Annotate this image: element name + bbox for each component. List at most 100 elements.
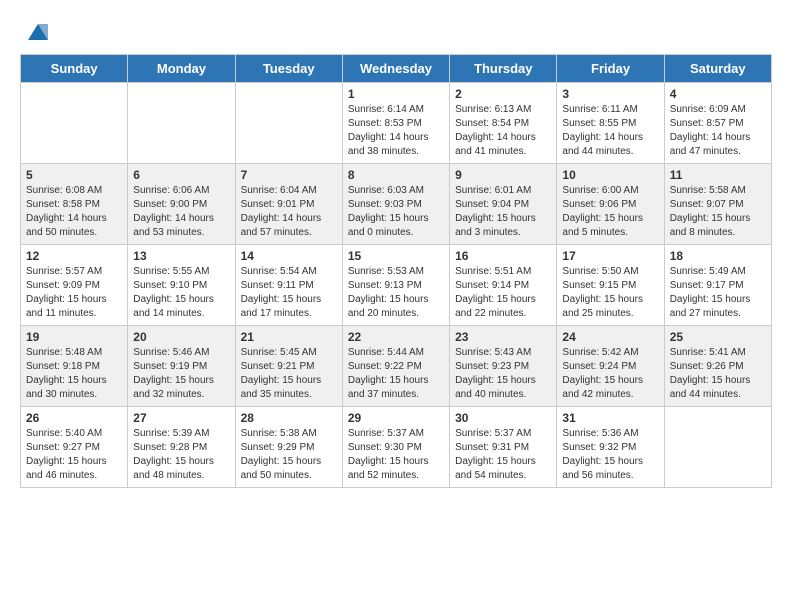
day-info: Sunrise: 5:51 AM Sunset: 9:14 PM Dayligh… (455, 265, 551, 321)
calendar-day-cell: 6 Sunrise: 6:06 AM Sunset: 9:00 PM Daylig… (128, 164, 235, 245)
day-info: Sunrise: 5:46 AM Sunset: 9:19 PM Dayligh… (133, 346, 229, 402)
day-info: Sunrise: 5:42 AM Sunset: 9:24 PM Dayligh… (562, 346, 658, 402)
day-number: 27 (133, 411, 229, 425)
calendar-day-cell: 20 Sunrise: 5:46 AM Sunset: 9:19 PM Dayli… (128, 326, 235, 407)
calendar-day-cell: 12 Sunrise: 5:57 AM Sunset: 9:09 PM Dayli… (21, 245, 128, 326)
day-number: 22 (348, 330, 444, 344)
calendar-day-cell: 10 Sunrise: 6:00 AM Sunset: 9:06 PM Dayli… (557, 164, 664, 245)
day-number: 4 (670, 87, 766, 101)
day-number: 9 (455, 168, 551, 182)
day-number: 31 (562, 411, 658, 425)
calendar-day-cell: 16 Sunrise: 5:51 AM Sunset: 9:14 PM Dayli… (450, 245, 557, 326)
day-number: 18 (670, 249, 766, 263)
day-number: 11 (670, 168, 766, 182)
day-info: Sunrise: 5:58 AM Sunset: 9:07 PM Dayligh… (670, 184, 766, 240)
day-info: Sunrise: 5:50 AM Sunset: 9:15 PM Dayligh… (562, 265, 658, 321)
day-info: Sunrise: 5:55 AM Sunset: 9:10 PM Dayligh… (133, 265, 229, 321)
calendar-day-cell: 24 Sunrise: 5:42 AM Sunset: 9:24 PM Dayli… (557, 326, 664, 407)
calendar-day-cell (664, 407, 771, 488)
day-number: 21 (241, 330, 337, 344)
calendar-day-cell: 8Sunrise: 6:03 AM Sunset: 9:03 PM Daylig… (342, 164, 449, 245)
day-number: 17 (562, 249, 658, 263)
day-number: 7 (241, 168, 337, 182)
day-of-week-header: Friday (557, 55, 664, 83)
calendar-day-cell: 27 Sunrise: 5:39 AM Sunset: 9:28 PM Dayli… (128, 407, 235, 488)
calendar-day-cell: 22 Sunrise: 5:44 AM Sunset: 9:22 PM Dayli… (342, 326, 449, 407)
day-number: 2 (455, 87, 551, 101)
day-info: Sunrise: 6:06 AM Sunset: 9:00 PM Dayligh… (133, 184, 229, 240)
calendar-day-cell (235, 83, 342, 164)
calendar-header-row: SundayMondayTuesdayWednesdayThursdayFrid… (21, 55, 772, 83)
day-info: Sunrise: 6:04 AM Sunset: 9:01 PM Dayligh… (241, 184, 337, 240)
day-info: Sunrise: 5:36 AM Sunset: 9:32 PM Dayligh… (562, 427, 658, 483)
day-info: Sunrise: 6:03 AM Sunset: 9:03 PM Dayligh… (348, 184, 444, 240)
day-info: Sunrise: 5:39 AM Sunset: 9:28 PM Dayligh… (133, 427, 229, 483)
calendar-day-cell: 31 Sunrise: 5:36 AM Sunset: 9:32 PM Dayli… (557, 407, 664, 488)
day-info: Sunrise: 6:14 AM Sunset: 8:53 PM Dayligh… (348, 103, 444, 159)
day-number: 25 (670, 330, 766, 344)
day-info: Sunrise: 6:11 AM Sunset: 8:55 PM Dayligh… (562, 103, 658, 159)
calendar-day-cell: 28 Sunrise: 5:38 AM Sunset: 9:29 PM Dayli… (235, 407, 342, 488)
calendar-day-cell: 14Sunrise: 5:54 AM Sunset: 9:11 PM Dayli… (235, 245, 342, 326)
day-number: 24 (562, 330, 658, 344)
calendar-day-cell: 5 Sunrise: 6:08 AM Sunset: 8:58 PM Daylig… (21, 164, 128, 245)
day-info: Sunrise: 6:00 AM Sunset: 9:06 PM Dayligh… (562, 184, 658, 240)
day-info: Sunrise: 5:40 AM Sunset: 9:27 PM Dayligh… (26, 427, 122, 483)
day-number: 5 (26, 168, 122, 182)
calendar-day-cell: 3 Sunrise: 6:11 AM Sunset: 8:55 PM Daylig… (557, 83, 664, 164)
logo (20, 20, 48, 44)
calendar-day-cell: 26 Sunrise: 5:40 AM Sunset: 9:27 PM Dayli… (21, 407, 128, 488)
calendar-week-row: 12 Sunrise: 5:57 AM Sunset: 9:09 PM Dayli… (21, 245, 772, 326)
calendar-day-cell: 9Sunrise: 6:01 AM Sunset: 9:04 PM Daylig… (450, 164, 557, 245)
calendar-day-cell: 13 Sunrise: 5:55 AM Sunset: 9:10 PM Dayli… (128, 245, 235, 326)
calendar-day-cell: 7 Sunrise: 6:04 AM Sunset: 9:01 PM Daylig… (235, 164, 342, 245)
calendar-day-cell (21, 83, 128, 164)
day-number: 12 (26, 249, 122, 263)
calendar-day-cell: 30 Sunrise: 5:37 AM Sunset: 9:31 PM Dayli… (450, 407, 557, 488)
day-info: Sunrise: 5:54 AM Sunset: 9:11 PM Dayligh… (241, 265, 337, 321)
day-info: Sunrise: 5:43 AM Sunset: 9:23 PM Dayligh… (455, 346, 551, 402)
day-info: Sunrise: 5:53 AM Sunset: 9:13 PM Dayligh… (348, 265, 444, 321)
day-number: 28 (241, 411, 337, 425)
day-info: Sunrise: 6:09 AM Sunset: 8:57 PM Dayligh… (670, 103, 766, 159)
calendar-day-cell: 11 Sunrise: 5:58 AM Sunset: 9:07 PM Dayli… (664, 164, 771, 245)
day-number: 20 (133, 330, 229, 344)
calendar-day-cell: 29 Sunrise: 5:37 AM Sunset: 9:30 PM Dayli… (342, 407, 449, 488)
calendar-day-cell: 21 Sunrise: 5:45 AM Sunset: 9:21 PM Dayli… (235, 326, 342, 407)
calendar-day-cell: 15 Sunrise: 5:53 AM Sunset: 9:13 PM Dayli… (342, 245, 449, 326)
day-number: 3 (562, 87, 658, 101)
day-of-week-header: Saturday (664, 55, 771, 83)
calendar-day-cell: 25 Sunrise: 5:41 AM Sunset: 9:26 PM Dayli… (664, 326, 771, 407)
logo-icon (24, 20, 48, 44)
day-of-week-header: Sunday (21, 55, 128, 83)
calendar-day-cell: 2Sunrise: 6:13 AM Sunset: 8:54 PM Daylig… (450, 83, 557, 164)
day-number: 29 (348, 411, 444, 425)
day-number: 10 (562, 168, 658, 182)
calendar-day-cell: 18 Sunrise: 5:49 AM Sunset: 9:17 PM Dayli… (664, 245, 771, 326)
day-info: Sunrise: 5:48 AM Sunset: 9:18 PM Dayligh… (26, 346, 122, 402)
day-info: Sunrise: 5:57 AM Sunset: 9:09 PM Dayligh… (26, 265, 122, 321)
day-info: Sunrise: 5:44 AM Sunset: 9:22 PM Dayligh… (348, 346, 444, 402)
day-number: 1 (348, 87, 444, 101)
day-info: Sunrise: 6:08 AM Sunset: 8:58 PM Dayligh… (26, 184, 122, 240)
day-info: Sunrise: 5:38 AM Sunset: 9:29 PM Dayligh… (241, 427, 337, 483)
day-number: 19 (26, 330, 122, 344)
calendar-day-cell: 23 Sunrise: 5:43 AM Sunset: 9:23 PM Dayli… (450, 326, 557, 407)
day-number: 15 (348, 249, 444, 263)
day-number: 23 (455, 330, 551, 344)
day-info: Sunrise: 5:37 AM Sunset: 9:31 PM Dayligh… (455, 427, 551, 483)
calendar-day-cell: 17 Sunrise: 5:50 AM Sunset: 9:15 PM Dayli… (557, 245, 664, 326)
day-number: 16 (455, 249, 551, 263)
day-info: Sunrise: 5:45 AM Sunset: 9:21 PM Dayligh… (241, 346, 337, 402)
day-number: 6 (133, 168, 229, 182)
calendar-week-row: 19 Sunrise: 5:48 AM Sunset: 9:18 PM Dayli… (21, 326, 772, 407)
day-number: 26 (26, 411, 122, 425)
day-number: 13 (133, 249, 229, 263)
calendar-day-cell (128, 83, 235, 164)
day-info: Sunrise: 5:49 AM Sunset: 9:17 PM Dayligh… (670, 265, 766, 321)
calendar-table: SundayMondayTuesdayWednesdayThursdayFrid… (20, 54, 772, 488)
calendar-week-row: 5 Sunrise: 6:08 AM Sunset: 8:58 PM Daylig… (21, 164, 772, 245)
day-info: Sunrise: 5:37 AM Sunset: 9:30 PM Dayligh… (348, 427, 444, 483)
day-info: Sunrise: 5:41 AM Sunset: 9:26 PM Dayligh… (670, 346, 766, 402)
day-number: 30 (455, 411, 551, 425)
